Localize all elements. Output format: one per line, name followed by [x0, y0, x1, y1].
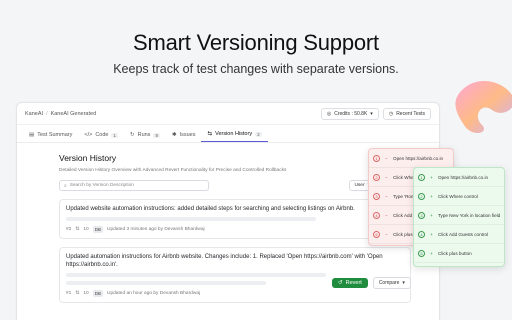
step-number: 1 [373, 154, 380, 162]
diff-row: 5 + Click plus button [414, 244, 504, 263]
tab-runs[interactable]: ↻ Runs 8 [124, 132, 166, 142]
minus-icon: − [385, 174, 388, 180]
revert-label: Revert [345, 280, 362, 286]
credits-label: Credits : 50.8K [334, 110, 368, 117]
version-number: #1 [66, 291, 72, 296]
avatar: DB [92, 226, 103, 233]
page-subtitle: Detailed Version History Overview with A… [59, 168, 287, 173]
steps-count: 10 [83, 227, 89, 232]
step-number: 5 [418, 249, 425, 257]
content-placeholder [66, 273, 326, 277]
version-card[interactable]: Updated automation instructions for Airb… [59, 247, 411, 303]
steps-icon: ⇅ [75, 227, 80, 232]
step-number: 2 [418, 192, 425, 200]
compare-label: Compare [378, 280, 400, 286]
clock-icon: ◷ [388, 110, 394, 117]
recent-tests-label: Recent Tests [396, 110, 425, 117]
history-icon: ⇆ [207, 131, 213, 137]
version-card[interactable]: Updated website automation instructions:… [59, 199, 411, 239]
credits-icon: ◎ [326, 110, 332, 117]
content-placeholder [66, 217, 316, 221]
tab-label: Runs [137, 132, 151, 138]
steps-icon: ⇅ [75, 291, 80, 296]
minus-icon: − [385, 231, 388, 237]
compare-button[interactable]: Compare ▾ [372, 277, 411, 289]
breadcrumb-current[interactable]: KaneAI Generated [51, 111, 97, 117]
minus-icon: − [385, 193, 388, 199]
diff-row: 1− Open https://airbnb.co.in [369, 149, 453, 168]
plus-icon: + [430, 193, 433, 199]
step-number: 2 [373, 173, 380, 181]
tab-label: Code [95, 132, 109, 138]
step-text: Click plus button [438, 250, 472, 256]
plus-icon: + [430, 174, 433, 180]
tab-count: 8 [153, 132, 160, 138]
hero-title: Smart Versioning Support [133, 30, 379, 55]
plus-icon: + [430, 231, 433, 237]
avatar: DB [92, 290, 103, 297]
step-number: 4 [373, 211, 380, 219]
user-filter-label: User [354, 183, 365, 188]
tab-label: Version History [215, 131, 253, 137]
diff-row: 2 + Click Where control [414, 187, 504, 206]
diff-row: 1 + Open https://airbnb.co.in [414, 168, 504, 187]
search-placeholder: Search by Version Description [69, 183, 134, 188]
document-icon: ▤ [29, 132, 35, 138]
decorative-gradient-blob [455, 80, 512, 133]
version-number: #2 [66, 227, 72, 232]
credits-pill[interactable]: ◎ Credits : 50.8K ▾ [320, 107, 379, 120]
step-number: 4 [418, 230, 425, 238]
hero-subtitle: Keeps track of test changes with separat… [113, 62, 399, 76]
minus-icon: − [385, 155, 388, 161]
step-number: 3 [418, 211, 425, 219]
step-text: Open https://airbnb.co.in [393, 155, 444, 161]
tab-version-history[interactable]: ⇆ Version History 2 [201, 131, 268, 142]
tab-label: Issues [179, 132, 196, 138]
tab-bar: ▤ Test Summary </> Code 1 ↻ Runs 8 ✱ Iss… [17, 125, 439, 143]
diff-added-panel: 1 + Open https://airbnb.co.in 2 + Click Wher… [413, 167, 505, 267]
updated-text: Updated an hour ago by Devansh Bhardwaj [106, 291, 201, 296]
tab-label: Test Summary [37, 132, 73, 138]
breadcrumb-root[interactable]: KaneAI [25, 111, 43, 117]
page-title: Version History [59, 153, 117, 163]
recent-tests-button[interactable]: ◷ Recent Tests [382, 107, 431, 120]
diff-row: 3 + Type New York in location field [414, 206, 504, 225]
steps-count: 10 [83, 291, 89, 296]
bug-icon: ✱ [171, 132, 177, 138]
search-icon: ⌕ [64, 183, 67, 189]
plus-icon: + [430, 212, 433, 218]
step-number: 1 [418, 173, 425, 181]
updated-text: Updated 3 minutes ago by Devansh Bhardwa… [106, 227, 205, 232]
step-text: Click plus [393, 231, 413, 237]
diff-row: 4 + Click Add Guests control [414, 225, 504, 244]
step-text: Type New York in location field [438, 212, 500, 218]
tab-count: 2 [255, 131, 262, 137]
tab-count: 1 [111, 132, 118, 138]
revert-button[interactable]: ↺ Revert [332, 278, 368, 288]
plus-icon: + [430, 250, 433, 256]
chevron-down-icon: ▾ [402, 280, 405, 286]
step-text: Click Where control [438, 193, 478, 199]
search-input[interactable]: ⌕ Search by Version Description [59, 180, 209, 191]
chevron-down-icon: ▾ [370, 110, 373, 117]
version-title: Updated automation instructions for Airb… [66, 254, 383, 268]
tab-test-summary[interactable]: ▤ Test Summary [23, 132, 78, 142]
revert-icon: ↺ [338, 280, 343, 286]
step-text: Click Add Guests control [438, 231, 489, 237]
tab-issues[interactable]: ✱ Issues [166, 132, 202, 142]
tab-code[interactable]: </> Code 1 [78, 132, 124, 142]
content-placeholder [66, 281, 266, 285]
breadcrumb-separator: / [46, 110, 48, 117]
step-number: 3 [373, 192, 380, 200]
refresh-icon: ↻ [129, 132, 135, 138]
minus-icon: − [385, 212, 388, 218]
code-icon: </> [84, 132, 93, 138]
topbar: KaneAI / KaneAI Generated ◎ Credits : 50… [17, 103, 439, 125]
step-text: Open https://airbnb.co.in [438, 174, 489, 180]
version-title: Updated website automation instructions:… [66, 206, 355, 212]
step-number: 5 [373, 230, 380, 238]
